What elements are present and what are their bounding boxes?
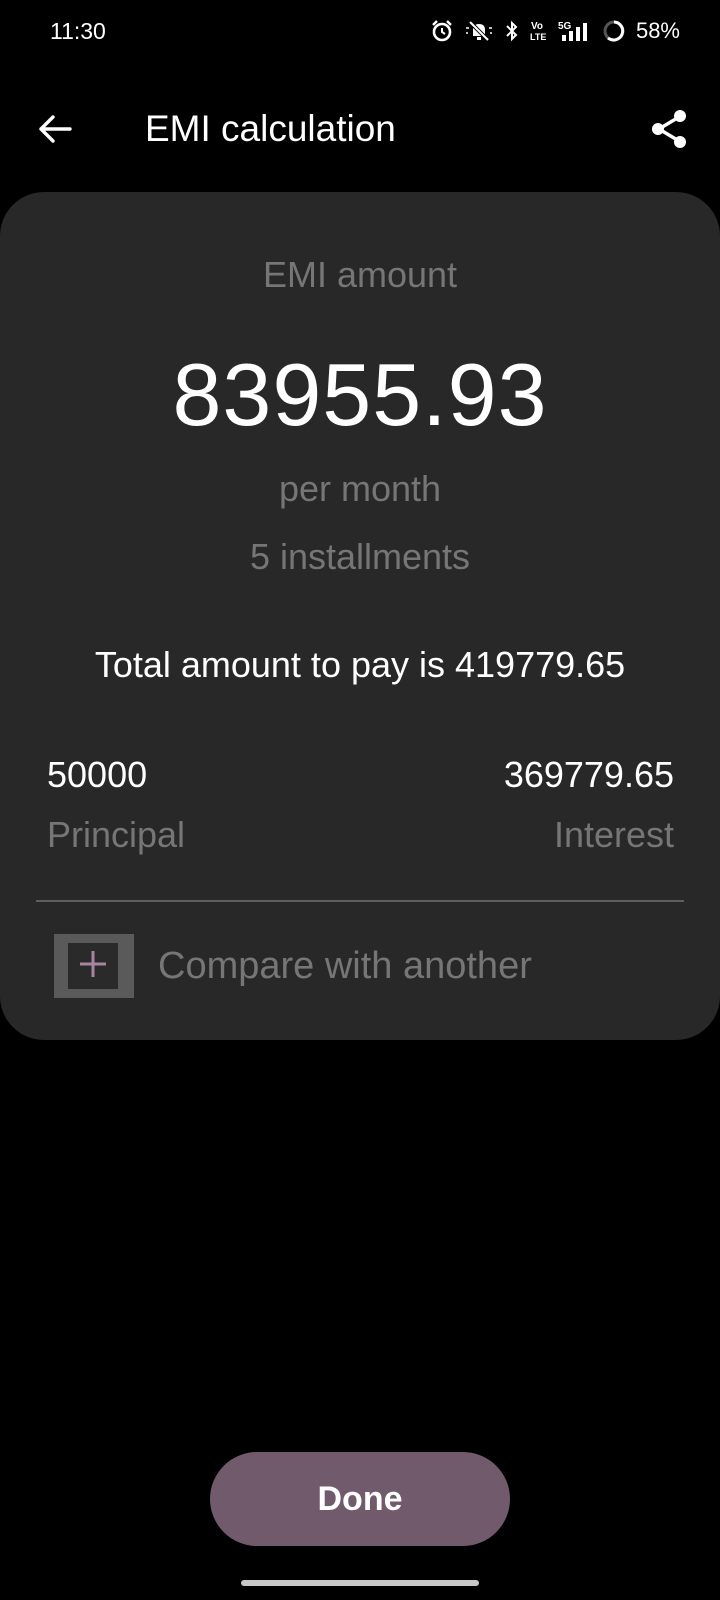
bluetooth-icon	[504, 19, 520, 43]
back-button[interactable]	[30, 106, 80, 156]
app-bar: EMI calculation	[0, 96, 720, 166]
arrow-left-icon	[37, 114, 73, 149]
status-time: 11:30	[50, 18, 106, 44]
emi-result-card: EMI amount 83955.93 per month 5 installm…	[0, 192, 720, 1040]
done-button[interactable]: Done	[210, 1452, 510, 1546]
installments-label: 5 installments	[249, 536, 471, 577]
page-title: EMI calculation	[145, 108, 396, 149]
battery-ring-icon	[602, 19, 626, 43]
total-amount-text: Total amount to pay is 419779.65	[94, 644, 626, 685]
battery-percent: 58%	[635, 18, 680, 43]
alarm-icon	[430, 19, 454, 43]
emi-amount-label: EMI amount	[262, 254, 458, 295]
svg-text:LTE: LTE	[530, 32, 546, 42]
svg-text:5G: 5G	[558, 21, 572, 32]
compare-with-another-button[interactable]: Compare with another	[54, 934, 532, 998]
share-button[interactable]	[642, 104, 696, 158]
interest-label: Interest	[553, 814, 674, 855]
interest-value: 369779.65	[503, 754, 674, 795]
principal-value: 50000	[47, 754, 148, 795]
volte-icon: Vo LTE	[530, 19, 548, 43]
principal-label: Principal	[47, 814, 186, 855]
emi-amount-value: 83955.93	[172, 345, 548, 444]
per-month-label: per month	[278, 468, 442, 509]
mute-icon	[464, 19, 494, 43]
share-icon	[649, 108, 689, 155]
plus-icon	[77, 948, 109, 985]
divider	[36, 900, 684, 902]
status-icons: Vo LTE 5G 58%	[430, 16, 680, 46]
compare-label: Compare with another	[158, 944, 532, 987]
compare-checkbox[interactable]	[54, 934, 134, 998]
home-indicator[interactable]	[241, 1580, 479, 1586]
status-bar: 11:30 Vo LTE 5G 58%	[0, 0, 720, 64]
5g-signal-icon: 5G	[558, 19, 592, 43]
svg-text:Vo: Vo	[531, 21, 543, 32]
